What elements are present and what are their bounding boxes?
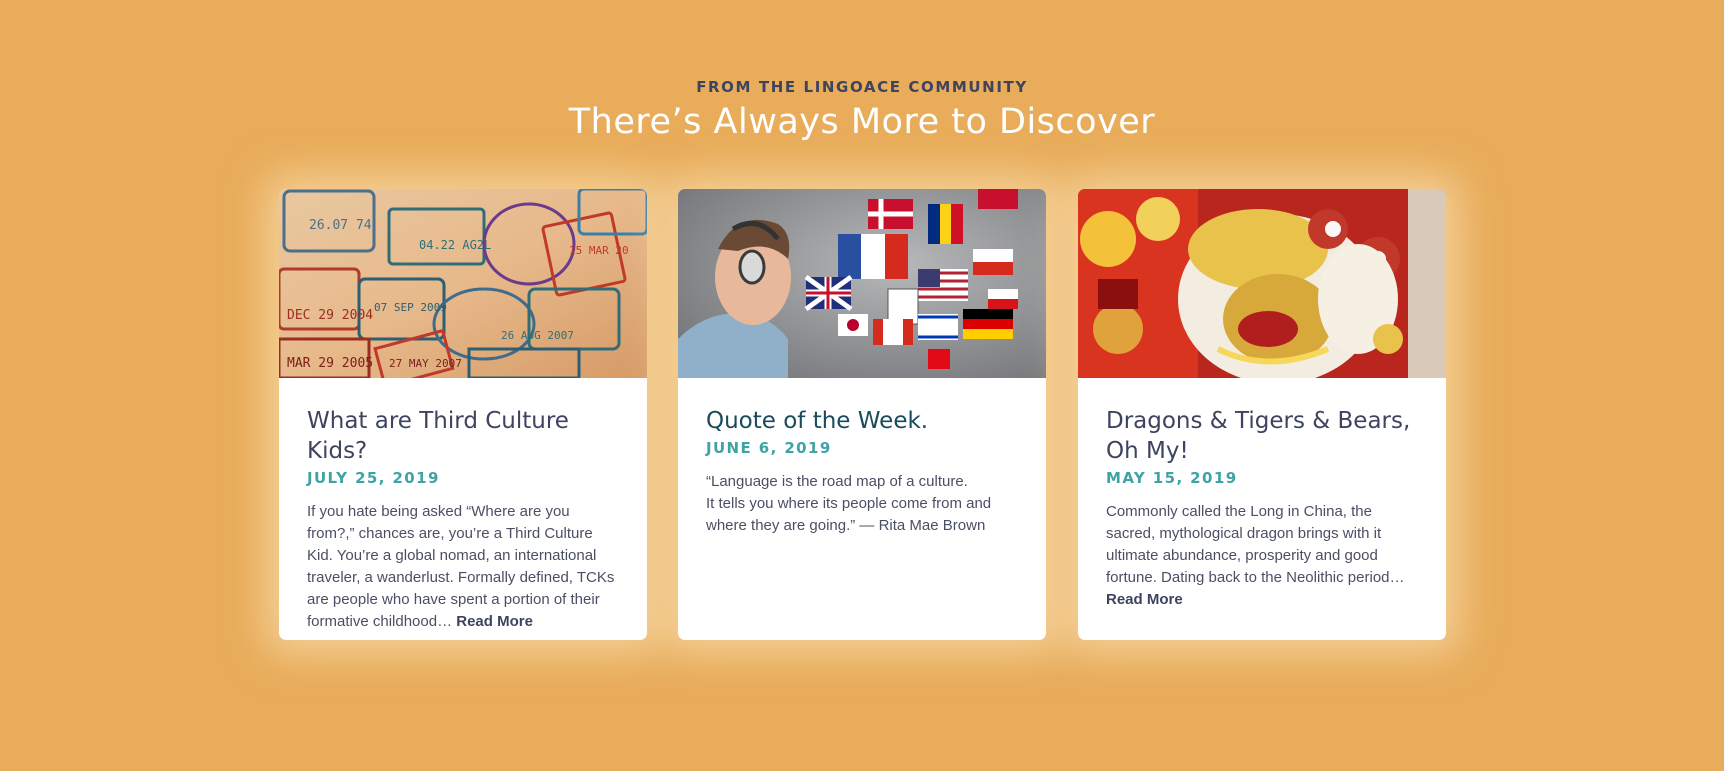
read-more-link[interactable]: Read More xyxy=(1106,591,1183,608)
boy-headphones-flags-image[interactable] xyxy=(678,189,1046,378)
section-header: FROM THE LINGOACE COMMUNITY There’s Alwa… xyxy=(0,78,1724,142)
passport-stamps-image[interactable]: DEC 29 2004 04.22 AG2L 07 SEP 2009 26 AU… xyxy=(279,189,647,378)
svg-text:DEC 29 2004: DEC 29 2004 xyxy=(287,308,373,323)
post-excerpt-text: If you hate being asked “Where are you f… xyxy=(307,503,615,630)
quote-line-1: “Language is the road map of a culture. xyxy=(706,473,968,490)
post-date: JUNE 6, 2019 xyxy=(706,439,832,457)
blog-card-third-culture-kids[interactable]: DEC 29 2004 04.22 AG2L 07 SEP 2009 26 AU… xyxy=(279,189,647,640)
section-headline: There’s Always More to Discover xyxy=(568,102,1156,142)
svg-text:27 MAY 2007: 27 MAY 2007 xyxy=(389,357,462,370)
svg-text:15 MAR 20: 15 MAR 20 xyxy=(569,244,629,257)
quote-line-2: It tells you where its people come from … xyxy=(706,495,992,534)
read-more-link[interactable]: Read More xyxy=(456,613,533,630)
post-excerpt: If you hate being asked “Where are you f… xyxy=(307,501,619,633)
blog-card-dragons-tigers-bears[interactable]: Dragons & Tigers & Bears, Oh My! MAY 15,… xyxy=(1078,189,1446,640)
blog-card-quote-of-the-week[interactable]: Quote of the Week. JUNE 6, 2019 “Languag… xyxy=(678,189,1046,640)
lion-dance-image[interactable] xyxy=(1078,189,1446,378)
post-excerpt: Commonly called the Long in China, the s… xyxy=(1106,501,1418,611)
post-date: JULY 25, 2019 xyxy=(307,469,440,487)
svg-text:04.22 AG2L: 04.22 AG2L xyxy=(419,238,491,252)
page-bottom-edge xyxy=(0,771,1724,777)
blog-cards: DEC 29 2004 04.22 AG2L 07 SEP 2009 26 AU… xyxy=(0,189,1724,641)
section-eyebrow: FROM THE LINGOACE COMMUNITY xyxy=(696,78,1028,96)
post-title[interactable]: Dragons & Tigers & Bears, Oh My! xyxy=(1106,406,1418,466)
post-excerpt-text: Commonly called the Long in China, the s… xyxy=(1106,503,1405,586)
post-title[interactable]: Quote of the Week. xyxy=(706,406,1018,436)
svg-text:26.07 74: 26.07 74 xyxy=(309,218,372,233)
svg-text:26 AUG 2007: 26 AUG 2007 xyxy=(501,329,574,342)
post-title[interactable]: What are Third Culture Kids? xyxy=(307,406,619,466)
post-quote: “Language is the road map of a culture. … xyxy=(706,471,1018,537)
svg-text:07 SEP 2009: 07 SEP 2009 xyxy=(374,301,447,314)
post-date: MAY 15, 2019 xyxy=(1106,469,1238,487)
svg-text:MAR 29 2005: MAR 29 2005 xyxy=(287,356,373,371)
